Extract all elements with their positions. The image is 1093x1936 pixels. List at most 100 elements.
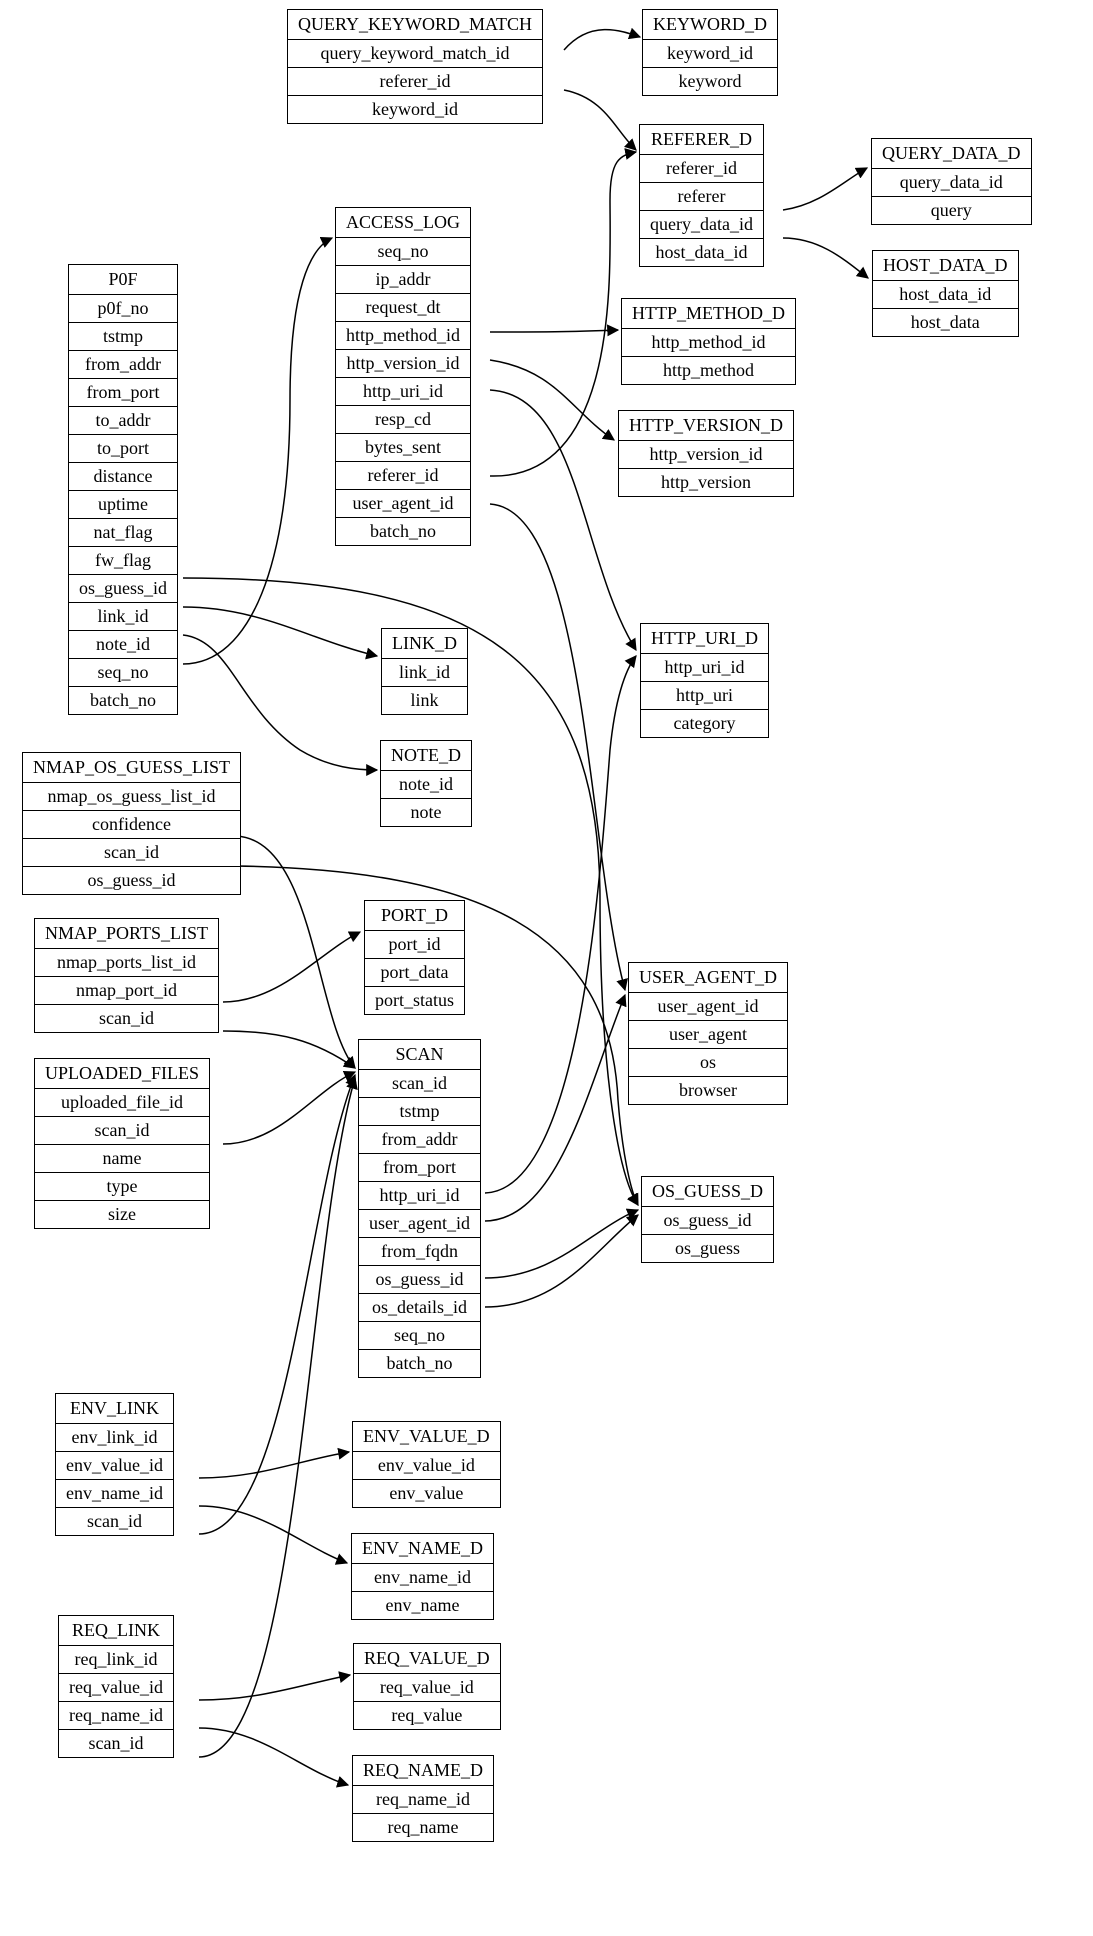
edge-arrow xyxy=(236,836,355,1068)
table-keyword_d: KEYWORD_Dkeyword_idkeyword xyxy=(642,9,778,96)
table-field: scan_id xyxy=(59,1730,173,1757)
table-name-link_d: LINK_D xyxy=(382,629,467,659)
table-field: referer_id xyxy=(640,155,763,183)
table-field: nmap_ports_list_id xyxy=(35,949,218,977)
table-field: http_method xyxy=(622,357,795,384)
table-field: keyword_id xyxy=(288,96,542,123)
table-field: scan_id xyxy=(359,1070,480,1098)
table-field: name xyxy=(35,1145,209,1173)
table-name-note_d: NOTE_D xyxy=(381,741,471,771)
edge-arrow xyxy=(490,504,625,990)
table-field: tstmp xyxy=(359,1098,480,1126)
table-field: req_link_id xyxy=(59,1646,173,1674)
table-field: user_agent_id xyxy=(359,1210,480,1238)
table-field: os_details_id xyxy=(359,1294,480,1322)
table-name-req_name_d: REQ_NAME_D xyxy=(353,1756,493,1786)
table-field: http_version xyxy=(619,469,793,496)
table-field: referer_id xyxy=(336,462,470,490)
table-p0f: P0Fp0f_notstmpfrom_addrfrom_portto_addrt… xyxy=(68,264,178,715)
edge-arrow xyxy=(199,1728,348,1785)
table-field: note xyxy=(381,799,471,826)
table-env_link: ENV_LINKenv_link_idenv_value_idenv_name_… xyxy=(55,1393,174,1536)
table-field: http_version_id xyxy=(336,350,470,378)
edge-arrow xyxy=(199,1452,349,1478)
table-field: fw_flag xyxy=(69,547,177,575)
table-field: referer_id xyxy=(288,68,542,96)
table-field: env_name_id xyxy=(352,1564,493,1592)
table-http_version_d: HTTP_VERSION_Dhttp_version_idhttp_versio… xyxy=(618,410,794,497)
edge-arrow xyxy=(490,330,618,332)
table-field: port_data xyxy=(365,959,464,987)
table-field: host_data xyxy=(873,309,1018,336)
table-name-uploaded_files: UPLOADED_FILES xyxy=(35,1059,209,1089)
edge-arrow xyxy=(485,1210,638,1278)
table-host_data_d: HOST_DATA_Dhost_data_idhost_data xyxy=(872,250,1019,337)
table-field: http_uri xyxy=(641,682,768,710)
table-field: batch_no xyxy=(359,1350,480,1377)
edge-arrow xyxy=(783,238,868,278)
table-field: scan_id xyxy=(35,1005,218,1032)
table-field: nmap_port_id xyxy=(35,977,218,1005)
table-scan: SCANscan_idtstmpfrom_addrfrom_porthttp_u… xyxy=(358,1039,481,1378)
edge-arrow xyxy=(490,390,636,650)
table-field: http_method_id xyxy=(622,329,795,357)
table-field: query xyxy=(872,197,1031,224)
table-field: seq_no xyxy=(69,659,177,687)
table-field: req_name xyxy=(353,1814,493,1841)
edge-arrow xyxy=(564,90,636,150)
table-field: seq_no xyxy=(336,238,470,266)
edge-arrow xyxy=(485,656,636,1193)
table-name-user_agent_d: USER_AGENT_D xyxy=(629,963,787,993)
table-field: http_version_id xyxy=(619,441,793,469)
table-name-scan: SCAN xyxy=(359,1040,480,1070)
edge-arrow xyxy=(223,932,360,1002)
table-name-env_name_d: ENV_NAME_D xyxy=(352,1534,493,1564)
edge-arrow xyxy=(223,1031,355,1068)
table-nmap_os_guess_list: NMAP_OS_GUESS_LISTnmap_os_guess_list_idc… xyxy=(22,752,241,895)
table-name-p0f: P0F xyxy=(69,265,177,295)
table-field: env_value_id xyxy=(353,1452,500,1480)
table-field: user_agent_id xyxy=(629,993,787,1021)
table-query_keyword_match: QUERY_KEYWORD_MATCHquery_keyword_match_i… xyxy=(287,9,543,124)
edge-arrow xyxy=(199,1506,347,1563)
edge-arrow xyxy=(485,995,625,1221)
table-field: keyword xyxy=(643,68,777,95)
table-field: from_port xyxy=(359,1154,480,1182)
table-field: ip_addr xyxy=(336,266,470,294)
table-name-os_guess_d: OS_GUESS_D xyxy=(642,1177,773,1207)
edge-arrow xyxy=(199,1078,355,1757)
table-field: browser xyxy=(629,1077,787,1104)
table-field: bytes_sent xyxy=(336,434,470,462)
edge-arrow xyxy=(183,238,332,664)
edge-arrow xyxy=(490,152,636,476)
table-user_agent_d: USER_AGENT_Duser_agent_iduser_agentosbro… xyxy=(628,962,788,1105)
table-req_link: REQ_LINKreq_link_idreq_value_idreq_name_… xyxy=(58,1615,174,1758)
table-name-keyword_d: KEYWORD_D xyxy=(643,10,777,40)
table-field: port_status xyxy=(365,987,464,1014)
edge-arrow xyxy=(783,168,867,210)
table-name-req_value_d: REQ_VALUE_D xyxy=(354,1644,500,1674)
table-http_uri_d: HTTP_URI_Dhttp_uri_idhttp_uricategory xyxy=(640,623,769,738)
table-field: scan_id xyxy=(35,1117,209,1145)
table-field: host_data_id xyxy=(640,239,763,266)
table-field: category xyxy=(641,710,768,737)
table-name-env_link: ENV_LINK xyxy=(56,1394,173,1424)
table-field: env_value xyxy=(353,1480,500,1507)
table-name-port_d: PORT_D xyxy=(365,901,464,931)
table-field: keyword_id xyxy=(643,40,777,68)
table-field: env_link_id xyxy=(56,1424,173,1452)
table-name-http_method_d: HTTP_METHOD_D xyxy=(622,299,795,329)
table-link_d: LINK_Dlink_idlink xyxy=(381,628,468,715)
table-field: os_guess_id xyxy=(642,1207,773,1235)
edge-arrow xyxy=(183,635,377,770)
table-field: to_addr xyxy=(69,407,177,435)
table-field: nmap_os_guess_list_id xyxy=(23,783,240,811)
table-field: batch_no xyxy=(69,687,177,714)
table-field: http_uri_id xyxy=(359,1182,480,1210)
table-req_name_d: REQ_NAME_Dreq_name_idreq_name xyxy=(352,1755,494,1842)
edge-arrow xyxy=(199,1075,355,1534)
table-field: http_uri_id xyxy=(641,654,768,682)
table-field: query_data_id xyxy=(872,169,1031,197)
table-field: os_guess xyxy=(642,1235,773,1262)
table-field: note_id xyxy=(69,631,177,659)
